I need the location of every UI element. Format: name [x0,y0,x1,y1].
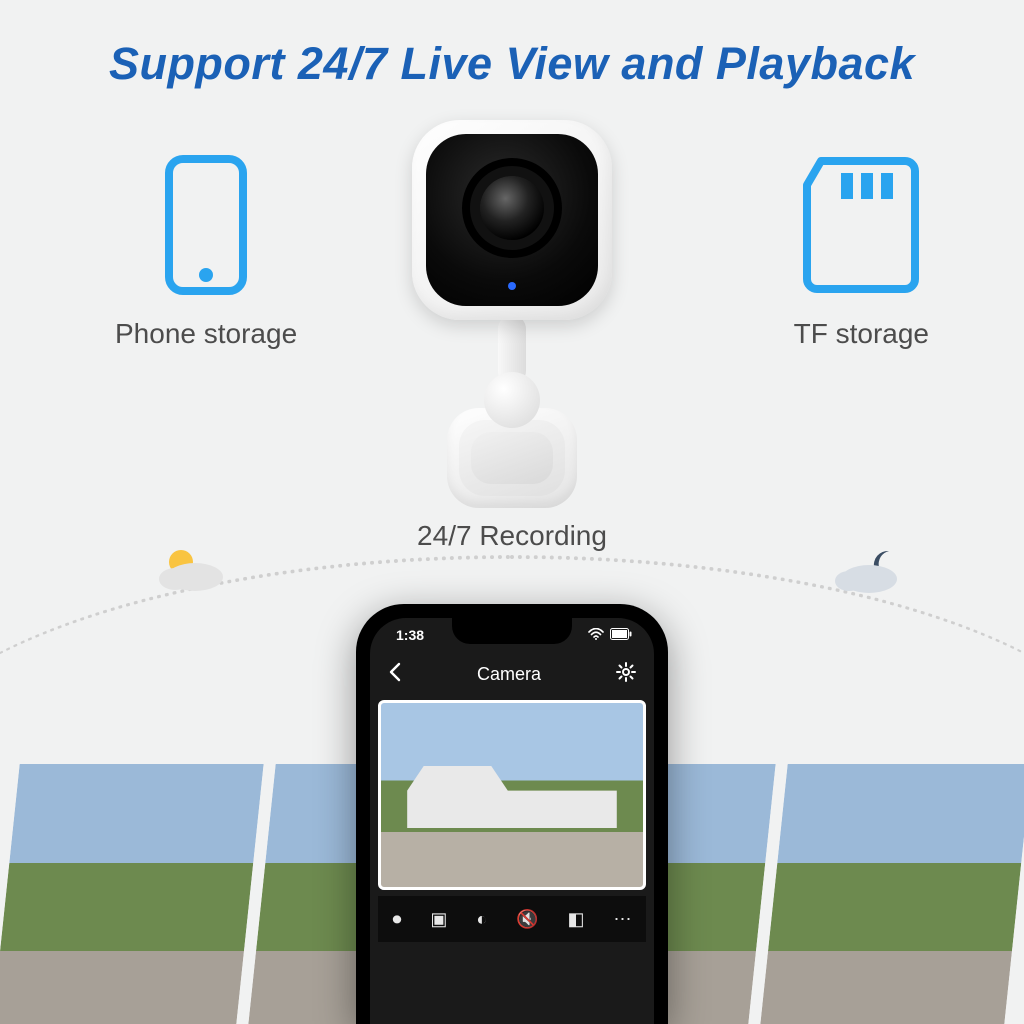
page-title: Support 24/7 Live View and Playback [0,38,1024,90]
camera-lens-icon [480,176,544,240]
thumbnail [0,764,270,1024]
security-camera-illustration [402,120,622,470]
player-toolbar: ⏺ ▣ ◐ 🔇 ◧ ⋯ [378,896,646,942]
feature-tf-storage-label: TF storage [794,318,929,350]
sd-card-icon [801,282,921,299]
phone-mockup: 1:38 Camera ⏺ ▣ ◐ [356,604,668,1024]
phone-icon [163,282,249,299]
snapshot-icon[interactable]: ▣ [430,909,447,930]
live-view[interactable] [378,700,646,890]
feature-tf-storage: TF storage [794,155,929,350]
sun-cloud-icon [155,545,229,600]
record-icon[interactable]: ⏺ [392,909,401,930]
feature-phone-storage-label: Phone storage [115,318,297,350]
mute-icon[interactable]: 🔇 [516,909,538,930]
talk-icon[interactable]: ◧ [568,909,585,930]
more-icon[interactable]: ⋯ [613,909,631,930]
moon-cloud-icon [835,545,909,600]
gear-icon[interactable] [616,662,636,687]
light-icon[interactable]: ◐ [476,909,487,930]
app-title: Camera [477,664,541,685]
battery-icon [610,627,632,643]
chevron-left-icon[interactable] [388,662,402,687]
feature-phone-storage: Phone storage [115,155,297,350]
wifi-icon [588,627,604,643]
app-bar: Camera [370,652,654,696]
thumbnail [754,764,1024,1024]
phone-notch [452,618,572,644]
status-time: 1:38 [396,627,424,643]
camera-led-icon [508,282,516,290]
